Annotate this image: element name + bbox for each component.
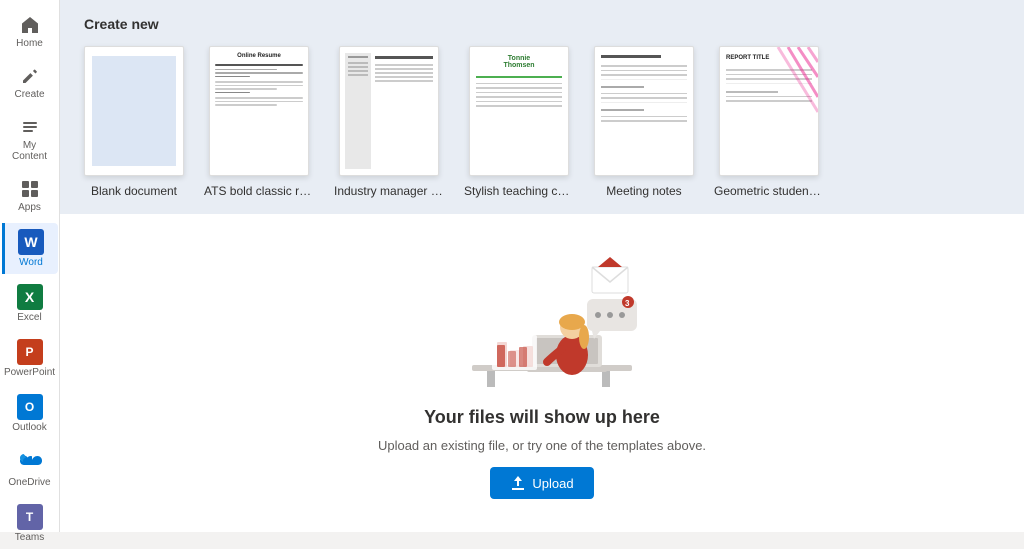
- sidebar-item-apps-label: Apps: [18, 202, 41, 213]
- outlook-icon: O: [17, 394, 43, 420]
- template-stylish-teaching-thumb: TonnieThomsen: [469, 46, 569, 176]
- sidebar-item-my-content[interactable]: My Content: [2, 110, 58, 168]
- template-meeting-notes[interactable]: Meeting notes: [594, 46, 694, 198]
- sidebar-item-apps[interactable]: Apps: [2, 172, 58, 219]
- create-section-title: Create new: [84, 16, 1000, 32]
- home-icon: [19, 14, 41, 36]
- templates-row: Blank document Online Resume: [84, 46, 1000, 198]
- sidebar-item-teams-label: Teams: [15, 532, 44, 543]
- sidebar-item-onedrive[interactable]: OneDrive: [2, 443, 58, 494]
- sidebar-item-teams[interactable]: T Teams: [2, 498, 58, 549]
- sidebar-item-create-label: Create: [14, 89, 44, 100]
- stylish-teaching-preview: TonnieThomsen: [470, 47, 568, 175]
- template-stylish-teaching[interactable]: TonnieThomsen Stylish teaching cov...: [464, 46, 574, 198]
- template-blank-thumb: [84, 46, 184, 176]
- sidebar-item-create[interactable]: Create: [2, 59, 58, 106]
- sidebar-item-excel[interactable]: X Excel: [2, 278, 58, 329]
- word-icon: W: [18, 229, 44, 255]
- create-icon: [19, 65, 41, 87]
- template-geometric-student-label: Geometric student r...: [714, 184, 824, 198]
- create-section: Create new Blank document Online Resume: [60, 0, 1024, 214]
- excel-icon: X: [17, 284, 43, 310]
- template-industry-manager[interactable]: Industry manager re...: [334, 46, 444, 198]
- template-geometric-student[interactable]: REPORT TITLE Geometric student r...: [714, 46, 824, 198]
- template-stylish-teaching-label: Stylish teaching cov...: [464, 184, 574, 198]
- sidebar-item-excel-label: Excel: [17, 312, 41, 323]
- template-geometric-student-thumb: REPORT TITLE: [719, 46, 819, 176]
- blank-doc-preview: [92, 56, 176, 166]
- template-industry-manager-label: Industry manager re...: [334, 184, 444, 198]
- sidebar: Home Create My Content: [0, 0, 60, 532]
- sidebar-item-my-content-label: My Content: [6, 140, 54, 162]
- empty-state-subtitle: Upload an existing file, or try one of t…: [378, 438, 706, 453]
- my-content-icon: [19, 116, 41, 138]
- apps-icon: [19, 178, 41, 200]
- upload-button-label: Upload: [532, 476, 573, 491]
- sidebar-item-home[interactable]: Home: [2, 8, 58, 55]
- onedrive-icon: [17, 449, 43, 475]
- upload-icon: [510, 475, 526, 491]
- template-ats-resume-thumb: Online Resume: [209, 46, 309, 176]
- upload-button[interactable]: Upload: [490, 467, 593, 499]
- main-content: Create new Blank document Online Resume: [60, 0, 1024, 532]
- template-meeting-notes-label: Meeting notes: [606, 184, 681, 198]
- template-blank[interactable]: Blank document: [84, 46, 184, 198]
- sidebar-item-powerpoint[interactable]: P PowerPoint: [2, 333, 58, 384]
- empty-state-illustration: 3: [432, 247, 652, 397]
- sidebar-item-powerpoint-label: PowerPoint: [4, 367, 55, 378]
- sidebar-item-onedrive-label: OneDrive: [8, 477, 50, 488]
- svg-text:3: 3: [625, 299, 630, 308]
- sidebar-item-word-label: Word: [19, 257, 43, 268]
- sidebar-item-home-label: Home: [16, 38, 43, 49]
- powerpoint-icon: P: [17, 339, 43, 365]
- template-meeting-notes-thumb: [594, 46, 694, 176]
- teams-icon: T: [17, 504, 43, 530]
- template-ats-resume-label: ATS bold classic resu...: [204, 184, 314, 198]
- sidebar-item-outlook-label: Outlook: [12, 422, 46, 433]
- template-ats-resume[interactable]: Online Resume ATS bold classi: [204, 46, 314, 198]
- ats-resume-preview: Online Resume: [210, 47, 308, 175]
- empty-state-title: Your files will show up here: [424, 407, 660, 428]
- meeting-notes-preview: [595, 47, 693, 175]
- sidebar-item-word[interactable]: W Word: [2, 223, 58, 274]
- template-industry-manager-thumb: [339, 46, 439, 176]
- files-section: 3 Your files will show up here Upload an…: [60, 214, 1024, 532]
- industry-manager-preview: [340, 47, 438, 175]
- sidebar-item-outlook[interactable]: O Outlook: [2, 388, 58, 439]
- template-blank-label: Blank document: [91, 184, 177, 198]
